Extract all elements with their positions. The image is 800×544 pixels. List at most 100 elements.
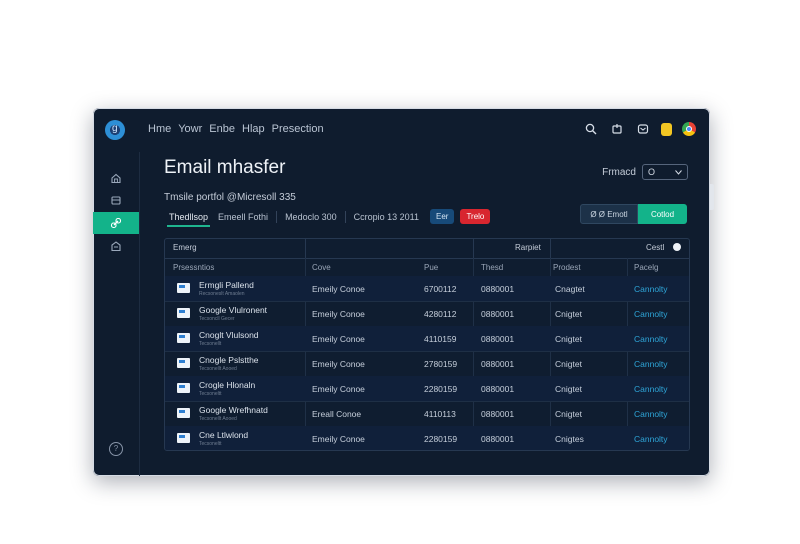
row-code: 0880001: [481, 384, 515, 394]
secondary-action-button[interactable]: Ø Ø Emotl: [580, 204, 638, 224]
table-top-bar: Emerg Rarpiet Cestl: [165, 239, 689, 259]
filter-dropdown[interactable]: O: [642, 164, 688, 180]
table-row[interactable]: Cnogle Pslstthe Tecsonellt Aooed Emeily …: [165, 351, 689, 377]
sidebar-building-icon[interactable]: [93, 235, 139, 257]
row-type: Emeily Conoe: [312, 434, 365, 444]
column-header[interactable]: Pue: [424, 263, 438, 272]
row-number: 4280112: [424, 309, 457, 319]
column-header[interactable]: Cove: [312, 263, 331, 272]
row-subtitle: Tecsoneltt: [199, 391, 222, 397]
row-action-link[interactable]: Cannolty: [634, 359, 668, 369]
row-name: Cnogle Pslstthe: [199, 355, 259, 365]
column-header[interactable]: Prodest: [553, 263, 581, 272]
sidebar-inbox-icon[interactable]: [93, 189, 139, 211]
filter-chip-blue[interactable]: Eer: [430, 209, 455, 224]
row-status: Cnigtet: [555, 334, 582, 344]
table-row[interactable]: Google Vlulronent Tecsoncll Gecer Emeily…: [165, 301, 689, 327]
row-name: Cnoglt Vlulsond: [199, 330, 259, 340]
top-icons: [583, 121, 696, 137]
chrome-icon[interactable]: [682, 122, 696, 136]
primary-action-button[interactable]: Cotlod: [638, 204, 687, 224]
top-bar: g Hme Yowr Enbe Hlap Presection: [93, 108, 710, 152]
row-subtitle: Recsoneslt Amaolen: [199, 291, 245, 297]
row-code: 0880001: [481, 434, 515, 444]
row-action-link[interactable]: Cannolty: [634, 309, 668, 319]
nav-item-your[interactable]: Yowr: [178, 123, 202, 135]
row-status: Cnagtet: [555, 284, 585, 294]
email-icon: [177, 358, 190, 368]
app-logo-icon[interactable]: g: [105, 120, 125, 140]
tab-divider: [276, 210, 278, 223]
notification-badge-icon[interactable]: [661, 122, 672, 136]
row-status: Cnigtes: [555, 434, 584, 444]
tab-2[interactable]: Medoclo 300: [280, 210, 342, 224]
row-code: 0880001: [481, 359, 515, 369]
row-status: Cnigtet: [555, 359, 582, 369]
row-subtitle: Tecsoncll Gecer: [199, 316, 235, 322]
tab-3[interactable]: Ccropio 13 2011: [349, 210, 424, 224]
email-icon: [177, 333, 190, 343]
nav-item-presection[interactable]: Presection: [272, 123, 324, 135]
row-action-link[interactable]: Cannolty: [634, 284, 668, 294]
help-icon[interactable]: ?: [109, 442, 123, 456]
row-action-link[interactable]: Cannolty: [634, 409, 668, 419]
filter-label: Frmacd: [602, 166, 636, 178]
app-window: g Hme Yowr Enbe Hlap Presection ? Email …: [93, 108, 710, 476]
nav-item-enbe[interactable]: Enbe: [209, 123, 235, 135]
divider: [305, 239, 306, 258]
table-row[interactable]: Google Wrefhnatd Tecsonellt Aooed Ereall…: [165, 401, 689, 427]
tab-divider: [344, 210, 346, 223]
table-row[interactable]: Cnoglt Vlulsond Tecsonellt Emeily Conoe …: [165, 326, 689, 352]
filter-area: Frmacd O: [602, 164, 688, 180]
table-row[interactable]: Ermgli Pallend Recsoneslt Amaolen Emeily…: [165, 276, 689, 302]
message-icon[interactable]: [635, 121, 651, 137]
extension-icon[interactable]: [609, 121, 625, 137]
email-icon: [177, 408, 190, 418]
divider: [473, 239, 474, 258]
row-number: 4110113: [424, 409, 456, 419]
filter-chip-red[interactable]: Trelo: [460, 209, 491, 224]
chevron-down-icon: [675, 169, 682, 175]
page-title: Email mhasfer: [164, 157, 286, 178]
table-row[interactable]: Cne Ltlwlond Tecsoneltt Emeily Conoe 228…: [165, 426, 689, 450]
divider: [550, 239, 551, 258]
table-report-label: Rarpiet: [515, 243, 541, 252]
data-table: Emerg Rarpiet Cestl Prsessntios Cove Pue…: [164, 238, 690, 451]
nav-item-home[interactable]: Hme: [148, 123, 171, 135]
row-action-link[interactable]: Cannolty: [634, 434, 668, 444]
main-nav: Hme Yowr Enbe Hlap Presection: [148, 123, 331, 135]
row-type: Ereall Conoe: [312, 409, 362, 419]
row-subtitle: Tecsoneltt: [199, 441, 222, 447]
tab-1[interactable]: Emeell Fothi: [213, 210, 273, 224]
email-icon: [177, 308, 190, 318]
table-toggle-label: Cestl: [646, 243, 665, 252]
column-header[interactable]: Thesd: [481, 263, 503, 272]
window-edge-handle[interactable]: [710, 184, 714, 210]
row-subtitle: Tecsonellt Aooed: [199, 366, 237, 372]
column-header[interactable]: Pacelg: [634, 263, 658, 272]
search-icon[interactable]: [583, 121, 599, 137]
row-status: Cnigtet: [555, 309, 582, 319]
table-header: Prsessntios Cove Pue Thesd Prodest Pacel…: [165, 258, 689, 277]
tab-0[interactable]: Thedllsop: [164, 210, 213, 227]
email-icon: [177, 433, 190, 443]
toggle-switch[interactable]: [673, 243, 681, 251]
table-group-label: Emerg: [173, 243, 197, 252]
row-status: Cnigtet: [555, 409, 582, 419]
row-status: Cnigtet: [555, 384, 582, 394]
sidebar-link-icon[interactable]: [93, 212, 139, 234]
row-action-link[interactable]: Cannolty: [634, 384, 668, 394]
row-action-link[interactable]: Cannolty: [634, 334, 668, 344]
email-icon: [177, 283, 190, 293]
sidebar-home-icon[interactable]: [93, 167, 139, 189]
nav-item-help[interactable]: Hlap: [242, 123, 265, 135]
row-type: Emeily Conoe: [312, 384, 365, 394]
row-name: Cne Ltlwlond: [199, 430, 249, 440]
row-number: 2780159: [424, 359, 458, 369]
row-number: 4110159: [424, 334, 457, 344]
column-header[interactable]: Prsessntios: [173, 263, 214, 272]
row-subtitle: Tecsonellt Aooed: [199, 416, 237, 422]
table-row[interactable]: Crogle Hlonaln Tecsoneltt Emeily Conoe 2…: [165, 376, 689, 402]
row-type: Emeily Conoe: [312, 334, 365, 344]
row-type: Emeily Conoe: [312, 284, 365, 294]
